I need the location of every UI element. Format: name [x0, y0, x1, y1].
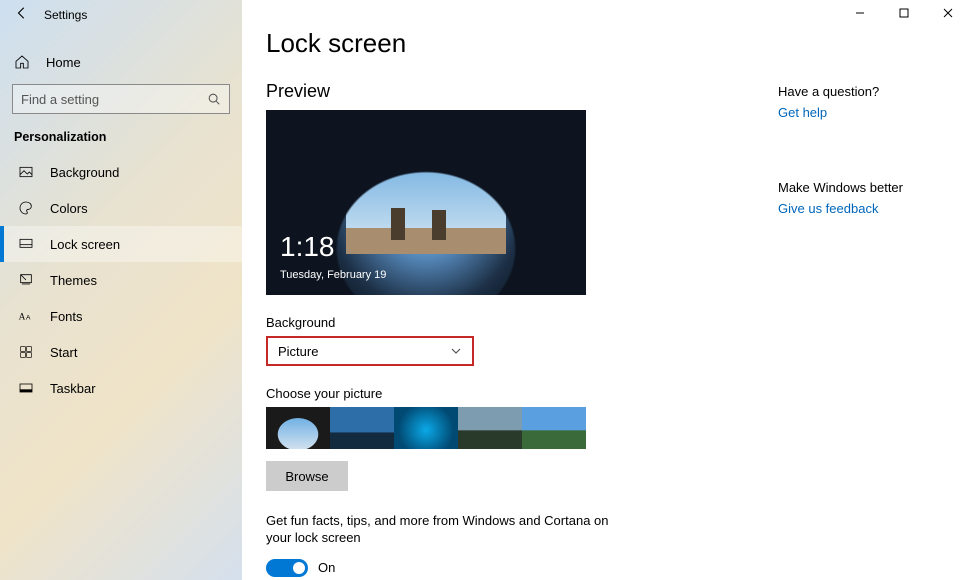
choose-picture-label: Choose your picture — [266, 386, 746, 401]
sidebar-item-background[interactable]: Background — [0, 154, 242, 190]
thumbnail[interactable] — [330, 407, 394, 449]
page-title: Lock screen — [266, 28, 746, 59]
picture-icon — [18, 164, 34, 180]
fun-facts-label: Get fun facts, tips, and more from Windo… — [266, 513, 626, 547]
search-input[interactable] — [12, 84, 230, 114]
minimize-icon — [855, 8, 865, 18]
svg-text:A: A — [19, 312, 26, 322]
maximize-icon — [899, 8, 909, 18]
taskbar-icon — [18, 380, 34, 396]
minimize-button[interactable] — [838, 0, 882, 30]
palette-icon — [18, 200, 34, 216]
start-icon — [18, 344, 34, 360]
picture-thumbnails — [266, 407, 746, 449]
fonts-icon: AA — [18, 308, 34, 324]
preview-time: 1:18 — [280, 231, 335, 263]
themes-icon — [18, 272, 34, 288]
search-icon — [207, 92, 221, 106]
lock-screen-preview: 1:18 Tuesday, February 19 — [266, 110, 586, 295]
thumbnail[interactable] — [266, 407, 330, 449]
background-dropdown[interactable]: Picture — [266, 336, 474, 366]
nav-label: Start — [50, 345, 77, 360]
app-title: Settings — [44, 8, 87, 22]
nav-label: Colors — [50, 201, 88, 216]
help-question: Have a question? — [778, 84, 958, 99]
thumbnail[interactable] — [458, 407, 522, 449]
maximize-button[interactable] — [882, 0, 926, 30]
sidebar-item-themes[interactable]: Themes — [0, 262, 242, 298]
feedback-link[interactable]: Give us feedback — [778, 201, 958, 216]
sidebar-item-lock-screen[interactable]: Lock screen — [0, 226, 242, 262]
preview-date: Tuesday, February 19 — [280, 269, 386, 281]
sidebar-item-colors[interactable]: Colors — [0, 190, 242, 226]
sidebar-item-start[interactable]: Start — [0, 334, 242, 370]
sidebar-item-home[interactable]: Home — [0, 44, 242, 80]
svg-text:A: A — [26, 314, 31, 321]
thumbnail[interactable] — [394, 407, 458, 449]
main-area: Lock screen Preview 1:18 Tuesday, Februa… — [242, 0, 970, 580]
browse-button[interactable]: Browse — [266, 461, 348, 491]
titlebar-left: Settings — [0, 0, 242, 30]
close-icon — [943, 8, 953, 18]
home-icon — [14, 54, 30, 70]
nav-label: Themes — [50, 273, 97, 288]
sidebar-item-fonts[interactable]: AA Fonts — [0, 298, 242, 334]
sidebar-item-taskbar[interactable]: Taskbar — [0, 370, 242, 406]
improve-heading: Make Windows better — [778, 180, 958, 195]
preview-heading: Preview — [266, 81, 746, 102]
dropdown-value: Picture — [278, 344, 318, 359]
sidebar: Settings Home Personalization Background… — [0, 0, 242, 580]
nav-label: Fonts — [50, 309, 83, 324]
nav-label: Lock screen — [50, 237, 120, 252]
thumbnail[interactable] — [522, 407, 586, 449]
background-label: Background — [266, 315, 746, 330]
nav-label: Background — [50, 165, 119, 180]
window-controls — [838, 0, 970, 30]
get-help-link[interactable]: Get help — [778, 105, 958, 120]
toggle-state: On — [318, 560, 335, 575]
nav-label: Taskbar — [50, 381, 96, 396]
back-button[interactable] — [0, 1, 44, 29]
search-field[interactable] — [21, 92, 207, 107]
home-label: Home — [46, 55, 81, 70]
chevron-down-icon — [450, 345, 462, 357]
fun-facts-toggle[interactable] — [266, 559, 308, 577]
lock-screen-icon — [18, 236, 34, 252]
close-button[interactable] — [926, 0, 970, 30]
section-label: Personalization — [0, 114, 242, 154]
